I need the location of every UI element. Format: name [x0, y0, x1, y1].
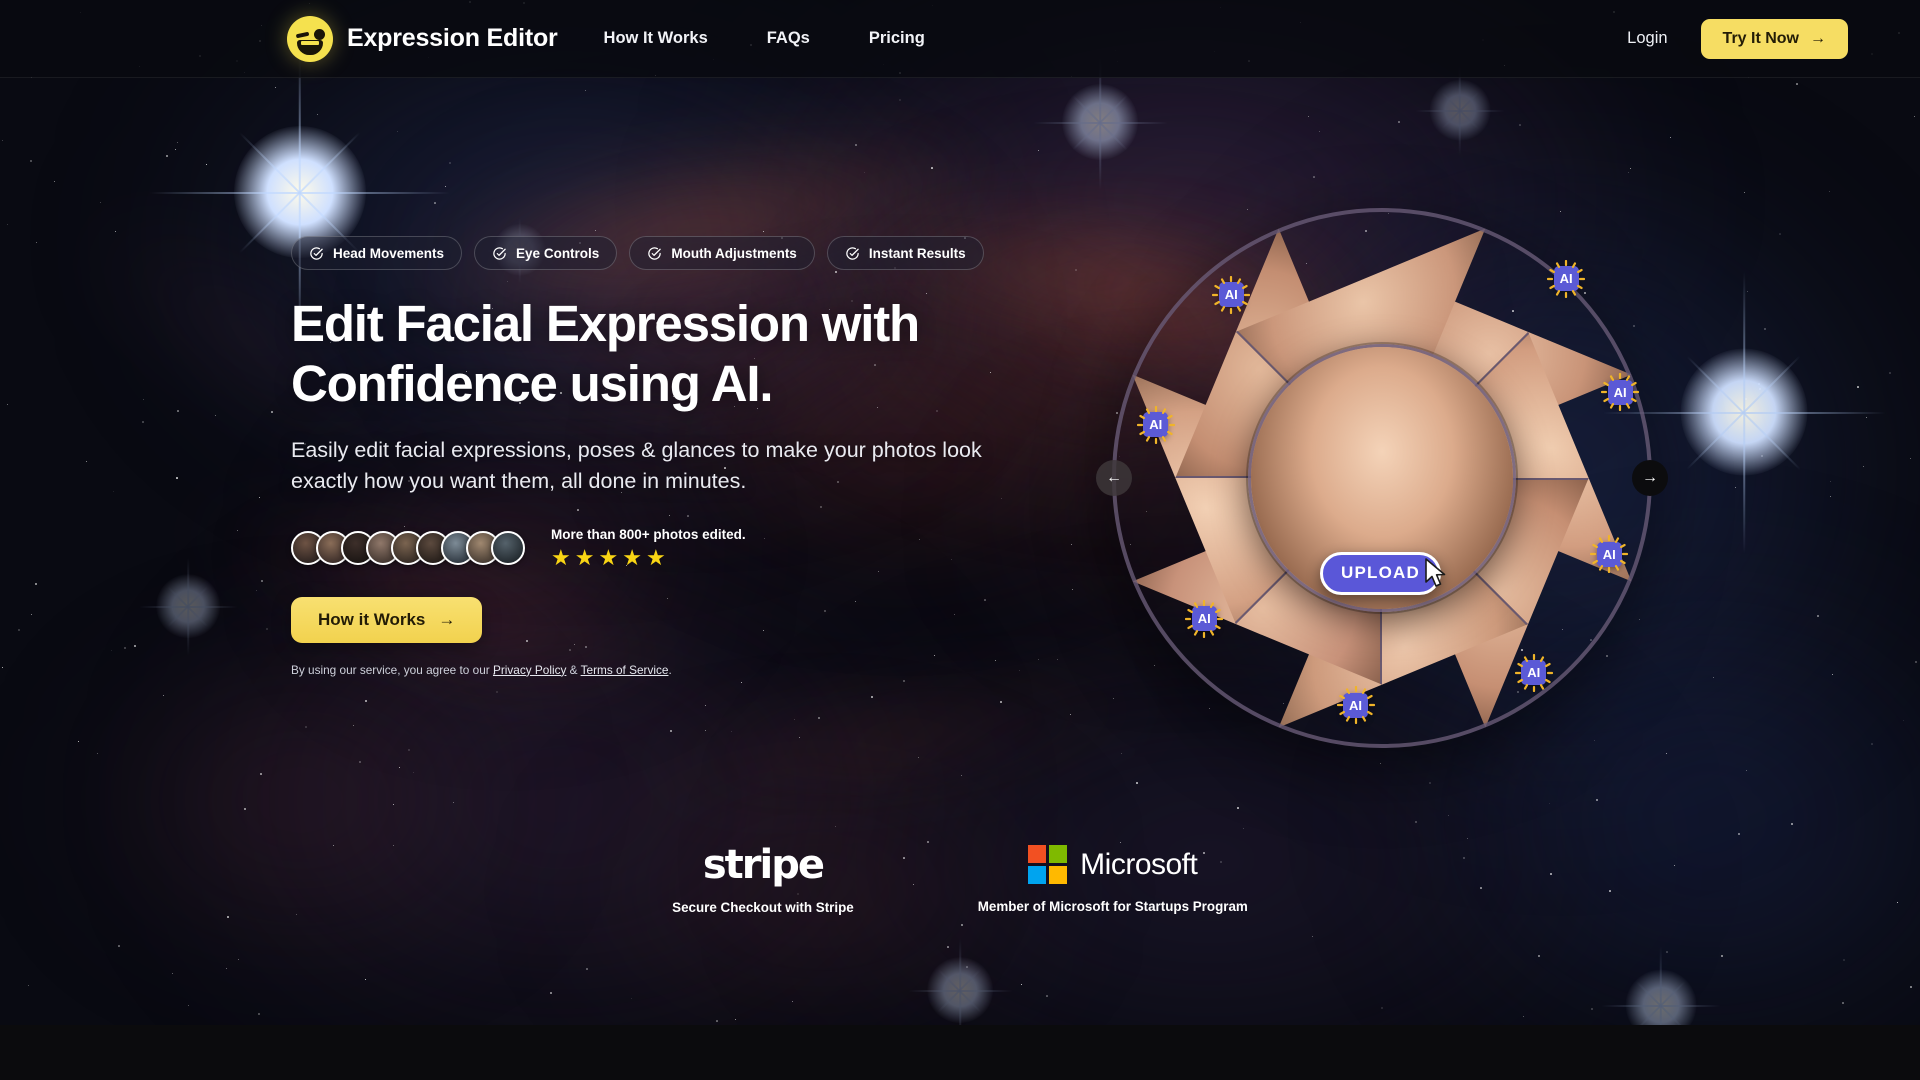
arrow-right-icon: → — [1810, 29, 1826, 47]
check-circle-icon — [846, 246, 859, 260]
emoji-eye-right — [314, 28, 325, 40]
pointer-cursor-icon — [1425, 558, 1446, 587]
page-bottom-strip — [0, 1025, 1920, 1080]
arrow-left-icon: ← — [1106, 469, 1122, 486]
feature-pill-eye-controls[interactable]: Eye Controls — [474, 236, 618, 270]
carousel-next-button[interactable]: → — [1632, 460, 1668, 496]
feature-pill-label: Eye Controls — [516, 245, 600, 261]
page-title: Edit Facial Expression with Confidence u… — [291, 294, 1051, 413]
star-icon: ★ — [551, 544, 571, 570]
landing-page: Expression Editor How It Works FAQs Pricin… — [0, 0, 1920, 1080]
brand-name: Expression Editor — [347, 24, 558, 52]
nav-item-faqs[interactable]: FAQs — [767, 29, 810, 48]
privacy-policy-link[interactable]: Privacy Policy — [493, 663, 566, 677]
stripe-trust-item: stripe Secure Checkout with Stripe — [672, 845, 854, 915]
legal-separator: & — [566, 662, 581, 677]
social-proof: More than 800+ photos edited. ★ ★ ★ ★ ★ — [291, 527, 1051, 569]
trust-badges: stripe Secure Checkout with Stripe Micro… — [0, 845, 1920, 915]
carousel-prev-button[interactable]: ← — [1096, 460, 1132, 496]
star-icon: ★ — [622, 544, 642, 570]
star-icon: ★ — [574, 544, 595, 570]
try-it-now-button[interactable]: Try It Now → — [1700, 18, 1848, 59]
ai-badge: AI — [1185, 599, 1224, 638]
star-icon: ★ — [598, 544, 619, 570]
ai-badge-label: AI — [1149, 417, 1163, 432]
ai-badge: AI — [1514, 653, 1553, 692]
arrow-right-icon: → — [1642, 469, 1658, 486]
ms-square-green — [1049, 845, 1068, 863]
star-rating: ★ ★ ★ ★ ★ — [551, 544, 746, 570]
star-icon: ★ — [645, 544, 666, 570]
ai-badge-label: AI — [1527, 665, 1541, 681]
ai-badge: AI — [1136, 405, 1175, 444]
feature-pill-label: Mouth Adjustments — [671, 245, 797, 261]
expression-wheel-carousel[interactable]: AI AI AI AI AI AI AI AI UPLOAD ← → — [1096, 208, 1668, 748]
ai-badge: AI — [1547, 259, 1586, 298]
stripe-logo: stripe — [702, 842, 825, 888]
headline-line-2: Confidence using AI. — [291, 354, 773, 412]
ms-square-blue — [1028, 866, 1047, 884]
ai-badge: AI — [1590, 535, 1629, 574]
ms-square-red — [1028, 845, 1047, 863]
upload-button[interactable]: UPLOAD — [1320, 552, 1441, 595]
arrow-right-icon: → — [438, 609, 456, 629]
ai-badge-label: AI — [1602, 546, 1616, 562]
winking-face-emoji-icon — [287, 15, 333, 62]
brand-logo[interactable]: Expression Editor — [287, 15, 558, 62]
microsoft-logo: Microsoft — [1028, 845, 1198, 884]
ai-badge-label: AI — [1349, 697, 1362, 713]
headline-line-1: Edit Facial Expression with — [291, 295, 920, 352]
ai-badge: AI — [1212, 275, 1251, 314]
avatar — [491, 530, 525, 565]
terms-of-service-link[interactable]: Terms of Service — [581, 663, 669, 677]
check-circle-icon — [310, 246, 323, 260]
ai-badge: AI — [1336, 686, 1375, 725]
ai-badge: AI — [1601, 373, 1640, 412]
ms-square-yellow — [1049, 866, 1068, 884]
microsoft-wordmark: Microsoft — [1080, 847, 1198, 881]
header-actions: Login Try It Now → — [1627, 18, 1848, 59]
ai-badge-label: AI — [1224, 287, 1238, 303]
hero-content: Head Movements Eye Controls Mouth Adjust… — [291, 236, 1051, 677]
feature-pill-label: Head Movements — [333, 245, 445, 261]
ai-badge-label: AI — [1197, 611, 1211, 627]
how-it-works-label: How it Works — [318, 609, 426, 629]
microsoft-trust-item: Microsoft Member of Microsoft for Startu… — [978, 845, 1248, 915]
check-circle-icon — [493, 246, 506, 260]
hero-subtitle: Easily edit facial expressions, poses & … — [291, 438, 982, 494]
legal-prefix: By using our service, you agree to our — [291, 662, 493, 677]
nav-item-how-it-works[interactable]: How It Works — [604, 29, 708, 48]
stripe-caption: Secure Checkout with Stripe — [672, 900, 854, 915]
feature-pill-list: Head Movements Eye Controls Mouth Adjust… — [291, 236, 1051, 270]
check-circle-icon — [648, 246, 662, 260]
feature-pill-head-movements[interactable]: Head Movements — [291, 236, 463, 270]
try-it-now-label: Try It Now — [1722, 29, 1799, 47]
site-header: Expression Editor How It Works FAQs Pricin… — [0, 0, 1920, 78]
legal-text: By using our service, you agree to our P… — [291, 663, 1051, 677]
emoji-teeth — [301, 40, 319, 45]
login-link[interactable]: Login — [1627, 29, 1667, 48]
photos-edited-count: More than 800+ photos edited. — [551, 526, 746, 542]
nav-item-pricing[interactable]: Pricing — [869, 29, 925, 48]
main-nav: How It Works FAQs Pricing — [604, 29, 925, 48]
ai-badge-label: AI — [1613, 384, 1627, 400]
feature-pill-instant-results[interactable]: Instant Results — [826, 236, 984, 270]
legal-suffix: . — [668, 662, 672, 677]
ai-badge-label: AI — [1559, 271, 1573, 287]
microsoft-caption: Member of Microsoft for Startups Program — [977, 899, 1248, 914]
feature-pill-label: Instant Results — [868, 245, 966, 261]
feature-pill-mouth-adjustments[interactable]: Mouth Adjustments — [629, 236, 815, 270]
rating-block: More than 800+ photos edited. ★ ★ ★ ★ ★ — [551, 527, 746, 569]
avatar-group — [291, 530, 525, 565]
emoji-eye-left — [295, 31, 310, 38]
microsoft-squares-icon — [1028, 845, 1068, 884]
how-it-works-button[interactable]: How it Works → — [291, 596, 483, 643]
